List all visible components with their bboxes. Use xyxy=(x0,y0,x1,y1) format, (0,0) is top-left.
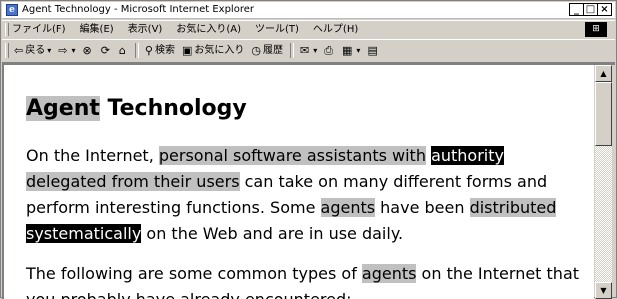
highlight-black: systematically xyxy=(26,224,142,243)
menu-file[interactable]: ファイル(F) xyxy=(12,21,66,38)
windows-logo-icon: ⊞ xyxy=(585,22,607,37)
menu-bar: ファイル(F) 編集(E) 表示(V) お気に入り(A) ツール(T) ヘルプ(… xyxy=(2,20,615,40)
chevron-down-icon[interactable]: ▾ xyxy=(356,40,360,61)
heading-highlight: Agent xyxy=(26,96,100,121)
search-icon: ⚲ xyxy=(144,44,153,57)
forward-arrow-icon: ⇨ xyxy=(58,44,68,57)
menu-edit[interactable]: 編集(E) xyxy=(80,21,114,38)
scroll-thumb[interactable] xyxy=(595,82,612,146)
page-title: Agent Technology xyxy=(26,95,247,123)
minimize-button[interactable]: _ xyxy=(569,3,584,16)
refresh-button[interactable]: ⟳ xyxy=(101,40,112,61)
discuss-icon: ▤ xyxy=(367,44,378,57)
refresh-icon: ⟳ xyxy=(100,44,110,57)
text-span: have been xyxy=(375,198,470,217)
scroll-up-button[interactable]: ▲ xyxy=(595,65,612,82)
search-button[interactable]: ⚲ 検索 xyxy=(145,40,175,61)
text-span: on the Web and are in use daily. xyxy=(141,224,404,243)
mail-icon: ✉ xyxy=(299,44,310,57)
highlight-gray: personal software assistants with xyxy=(158,146,426,165)
title-bar: e Agent Technology - Microsoft Internet … xyxy=(2,2,615,19)
toolbar-divider xyxy=(134,43,139,58)
vertical-scrollbar[interactable]: ▲ ▼ xyxy=(595,65,612,299)
highlight-gray: delegated from their users xyxy=(26,172,240,191)
window-title: Agent Technology - Microsoft Internet Ex… xyxy=(22,4,254,15)
stop-button[interactable]: ⊗ xyxy=(82,40,93,61)
favorites-button[interactable]: ▣ お気に入り xyxy=(182,40,244,61)
edit-icon: ▦ xyxy=(342,44,353,57)
ie-logo-icon: e xyxy=(6,4,18,16)
browser-window: e Agent Technology - Microsoft Internet … xyxy=(0,0,617,299)
print-icon: ⎙ xyxy=(324,44,334,57)
back-label: 戻る xyxy=(25,45,46,56)
menubar-grip[interactable] xyxy=(5,23,9,36)
highlight-gray: distributed xyxy=(469,198,557,217)
history-icon: ◷ xyxy=(251,44,261,57)
menu-help[interactable]: ヘルプ(H) xyxy=(313,21,358,38)
print-button[interactable]: ⎙ xyxy=(324,40,335,61)
discuss-button[interactable]: ▤ xyxy=(367,40,379,61)
scroll-down-button[interactable]: ▼ xyxy=(595,282,612,299)
highlight-gray: agents xyxy=(320,198,376,217)
text-span: On the Internet, xyxy=(26,146,159,165)
forward-button[interactable]: ⇨ ▾ xyxy=(58,40,75,61)
close-button[interactable]: × xyxy=(597,3,612,16)
menu-view[interactable]: 表示(V) xyxy=(128,21,163,38)
paragraph-2: The following are some common types of a… xyxy=(26,261,591,299)
history-label: 履歴 xyxy=(262,45,283,56)
chevron-down-icon[interactable]: ▾ xyxy=(47,40,51,61)
highlight-gray: agents xyxy=(361,264,417,283)
toolbar-grip[interactable] xyxy=(5,43,9,58)
menu-favorites[interactable]: お気に入り(A) xyxy=(176,21,241,38)
stop-icon: ⊗ xyxy=(82,44,92,57)
chevron-down-icon[interactable]: ▾ xyxy=(71,40,75,61)
search-label: 検索 xyxy=(154,45,175,56)
history-button[interactable]: ◷ 履歴 xyxy=(251,40,283,61)
favorites-icon: ▣ xyxy=(181,44,193,57)
home-button[interactable]: ⌂ xyxy=(119,40,128,61)
text-span: The following are some common types of xyxy=(26,264,362,283)
back-button[interactable]: ⇦ 戻る ▾ xyxy=(14,40,51,61)
heading-rest: Technology xyxy=(99,96,247,121)
mail-button[interactable]: ✉ ▾ xyxy=(300,40,317,61)
maximize-button[interactable]: □ xyxy=(583,3,598,16)
home-icon: ⌂ xyxy=(118,44,126,57)
standard-toolbar: ⇦ 戻る ▾ ⇨ ▾ ⊗ ⟳ ⌂ ⚲ 検索 ▣ お気に入り ◷ 履歴 ✉ ▾ ⎙… xyxy=(2,39,615,63)
back-arrow-icon: ⇦ xyxy=(14,44,24,57)
favorites-label: お気に入り xyxy=(194,45,245,56)
page-content[interactable]: Agent Technology On the Internet, person… xyxy=(4,65,594,299)
highlight-black: authority xyxy=(431,146,504,165)
edit-button[interactable]: ▦ ▾ xyxy=(342,40,360,61)
toolbar-divider xyxy=(289,43,294,58)
chevron-down-icon[interactable]: ▾ xyxy=(313,40,317,61)
window-controls: _ □ × xyxy=(569,3,612,17)
menu-tools[interactable]: ツール(T) xyxy=(255,21,299,38)
paragraph-1: On the Internet, personal software assis… xyxy=(26,143,591,247)
